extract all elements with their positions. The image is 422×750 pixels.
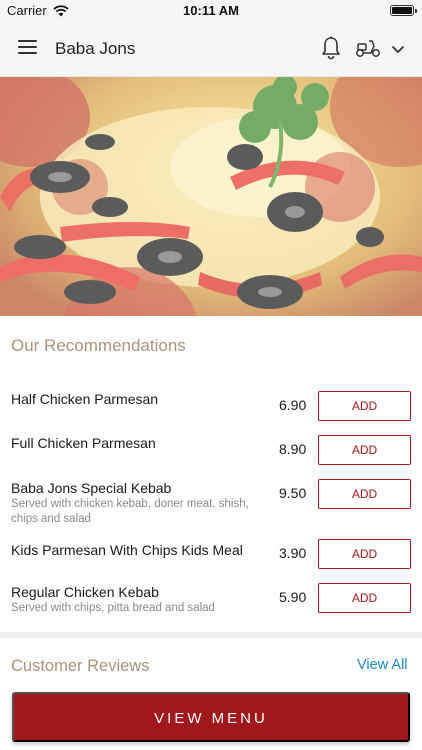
dish-price: 6.90 <box>279 397 307 413</box>
app-header: Baba Jons <box>0 22 422 77</box>
dish-description: Served with chicken kebab, doner meat, s… <box>11 498 249 525</box>
add-button[interactable]: ADD <box>318 583 411 613</box>
bell-icon[interactable] <box>321 36 341 65</box>
add-button[interactable]: ADD <box>318 539 411 569</box>
view-menu-button[interactable]: VIEW MENU <box>12 692 410 742</box>
reviews-title: Customer Reviews <box>11 657 150 675</box>
dish-name: Half Chicken Parmesan <box>11 391 159 407</box>
restaurant-title: Baba Jons <box>55 39 136 58</box>
battery-icon <box>390 5 417 16</box>
view-all-link[interactable]: View All <box>357 657 408 673</box>
hero-overlay <box>0 77 422 316</box>
add-button[interactable]: ADD <box>318 391 411 421</box>
clock: 10:11 AM <box>183 3 239 18</box>
recommendations-title: Our Recommendations <box>11 336 186 355</box>
dish-description: Served with chips, pitta bread and salad <box>11 602 215 614</box>
hero-pizza-image <box>0 77 422 316</box>
chevron-down-icon[interactable] <box>391 42 405 60</box>
add-button[interactable]: ADD <box>318 435 411 465</box>
dish-price: 3.90 <box>279 545 307 561</box>
scooter-icon[interactable] <box>355 38 381 63</box>
dish-price: 5.90 <box>279 589 307 605</box>
add-button[interactable]: ADD <box>318 479 411 509</box>
dish-price: 8.90 <box>279 441 307 457</box>
dish-name: Baba Jons Special Kebab <box>11 480 172 496</box>
dish-name: Regular Chicken Kebab <box>11 584 159 600</box>
dish-price: 9.50 <box>279 485 307 501</box>
dish-name: Full Chicken Parmesan <box>11 435 156 451</box>
section-divider <box>0 632 422 638</box>
status-bar: Carrier 10:11 AM <box>0 0 422 22</box>
menu-icon[interactable] <box>18 40 38 56</box>
dish-name: Kids Parmesan With Chips Kids Meal <box>11 542 243 558</box>
